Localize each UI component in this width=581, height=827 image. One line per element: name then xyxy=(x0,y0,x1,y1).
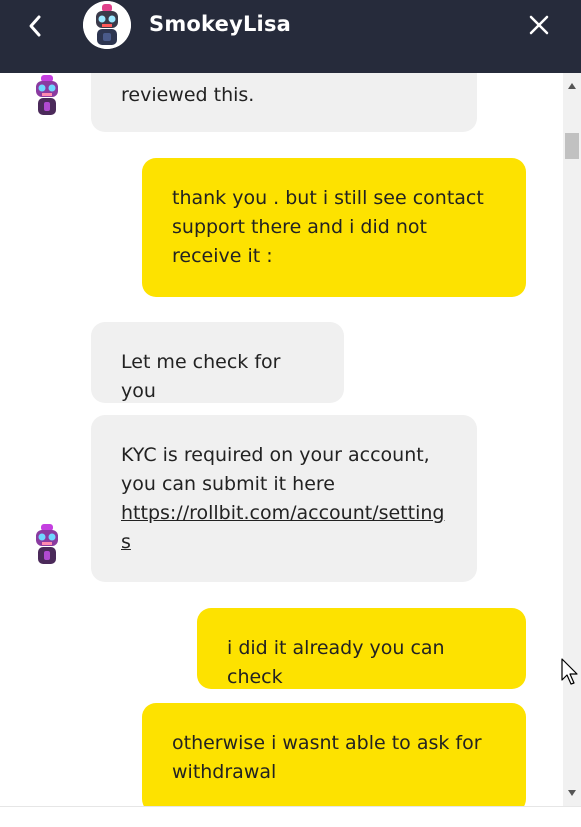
message-text: thank you . but i still see contact supp… xyxy=(172,187,484,267)
message-text: reviewed this. xyxy=(121,84,255,106)
contact-name: SmokeyLisa xyxy=(149,12,292,36)
message-text: Let me check for you xyxy=(121,351,281,402)
message-list[interactable]: reviewed this. thank you . but i still s… xyxy=(0,73,563,806)
message-bubble-agent: reviewed this. xyxy=(91,73,477,132)
robot-avatar-icon xyxy=(83,1,131,49)
message-bubble-user: otherwise i wasnt able to ask for withdr… xyxy=(142,703,526,806)
settings-link[interactable]: https://rollbit.com/account/settings xyxy=(121,502,444,553)
close-icon xyxy=(529,15,549,35)
message-bubble-agent: Let me check for you xyxy=(91,322,344,403)
back-button[interactable] xyxy=(22,13,48,39)
scroll-down-button[interactable] xyxy=(563,784,581,802)
message-bubble-user: i did it already you can check xyxy=(197,608,526,689)
message-text: KYC is required on your account, you can… xyxy=(121,444,430,495)
triangle-up-icon xyxy=(568,83,576,89)
triangle-down-icon xyxy=(568,790,576,796)
composer-edge xyxy=(0,806,581,827)
chevron-left-icon xyxy=(29,15,41,37)
mouse-cursor-icon xyxy=(561,658,579,690)
robot-avatar-icon xyxy=(23,73,71,119)
agent-avatar xyxy=(23,520,71,568)
scroll-up-button[interactable] xyxy=(563,77,581,95)
message-bubble-user: thank you . but i still see contact supp… xyxy=(142,158,526,297)
chat-header: SmokeyLisa xyxy=(0,0,581,73)
message-text: i did it already you can check xyxy=(227,637,445,688)
message-bubble-agent: KYC is required on your account, you can… xyxy=(91,415,477,582)
chat-scrollbar[interactable] xyxy=(563,73,581,806)
robot-avatar-icon xyxy=(23,520,71,568)
agent-avatar xyxy=(23,73,71,119)
message-text: otherwise i wasnt able to ask for withdr… xyxy=(172,732,482,783)
close-button[interactable] xyxy=(526,12,552,38)
scroll-thumb[interactable] xyxy=(565,133,579,159)
contact-avatar xyxy=(83,1,131,49)
